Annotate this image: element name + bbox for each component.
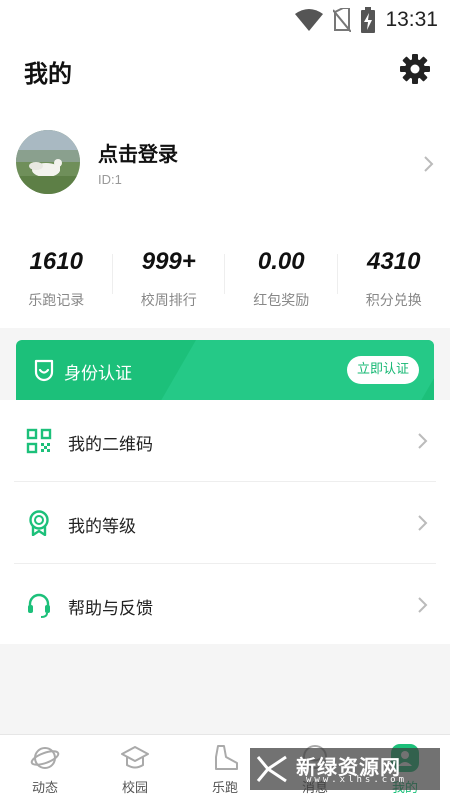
sneaker-icon (215, 745, 238, 770)
avatar[interactable] (16, 130, 80, 194)
stat-run-records[interactable]: 1610 乐跑记录 (0, 224, 113, 328)
menu-label: 我的等级 (68, 517, 136, 537)
stat-label: 红包奖励 (253, 293, 310, 309)
login-prompt[interactable]: 点击登录 (98, 138, 178, 167)
stat-red-packet[interactable]: 0.00 红包奖励 (225, 224, 338, 328)
graduation-cap-icon (121, 746, 149, 769)
stat-value: 0.00 (257, 248, 305, 275)
stat-school-ranking[interactable]: 999+ 校周排行 (113, 224, 225, 328)
battery-charging-icon (361, 7, 376, 33)
identity-verification-banner[interactable]: 身份认证 立即认证 (16, 340, 434, 400)
tab-label: 动态 (31, 781, 58, 796)
tab-label: 校园 (121, 781, 148, 796)
verify-now-button[interactable]: 立即认证 (347, 356, 419, 384)
chevron-right-icon (418, 597, 428, 613)
stat-value: 4310 (367, 248, 421, 275)
stat-label: 积分兑换 (365, 293, 422, 309)
chevron-right-icon (418, 433, 428, 449)
stats-row: 1610 乐跑记录 999+ 校周排行 0.00 红包奖励 4310 积分兑换 (0, 224, 450, 328)
headset-icon (28, 593, 50, 618)
stat-label: 校周排行 (140, 293, 197, 309)
header: 我的 (0, 40, 450, 104)
chevron-right-icon (418, 515, 428, 531)
medal-icon (29, 510, 49, 536)
stat-value: 999+ (141, 248, 196, 275)
status-bar: 13:31 (0, 0, 450, 40)
menu-label: 我的二维码 (68, 435, 153, 455)
watermark-url: www.xlhs.com (306, 775, 408, 785)
menu-item-my-level[interactable]: 我的等级 (0, 482, 450, 564)
page-title: 我的 (24, 60, 72, 88)
qr-code-icon (26, 428, 52, 454)
stat-value: 1610 (29, 248, 83, 275)
watermark: 新绿资源网 www.xlhs.com (250, 748, 440, 790)
chevron-right-icon (424, 156, 434, 172)
menu-label: 帮助与反馈 (68, 599, 153, 619)
tab-campus[interactable]: 校园 (90, 735, 180, 800)
verification-label: 身份认证 (64, 364, 132, 384)
wifi-icon (295, 9, 324, 31)
no-sim-icon (333, 8, 352, 32)
tab-feed[interactable]: 动态 (0, 735, 90, 800)
settings-gear-icon[interactable] (400, 54, 430, 84)
stat-label: 乐跑记录 (28, 293, 85, 309)
planet-icon (30, 747, 60, 769)
clock: 13:31 (385, 8, 438, 31)
stat-points-exchange[interactable]: 4310 积分兑换 (338, 224, 450, 328)
smile-badge-icon (34, 359, 54, 382)
menu-item-qr-code[interactable]: 我的二维码 (0, 400, 450, 482)
user-id: ID:1 (98, 172, 122, 187)
watermark-logo-icon (256, 755, 287, 783)
menu-list: 我的二维码 我的等级 帮助与反馈 (0, 400, 450, 644)
profile-card[interactable]: 点击登录 ID:1 (0, 104, 450, 224)
menu-item-help-feedback[interactable]: 帮助与反馈 (0, 564, 450, 646)
